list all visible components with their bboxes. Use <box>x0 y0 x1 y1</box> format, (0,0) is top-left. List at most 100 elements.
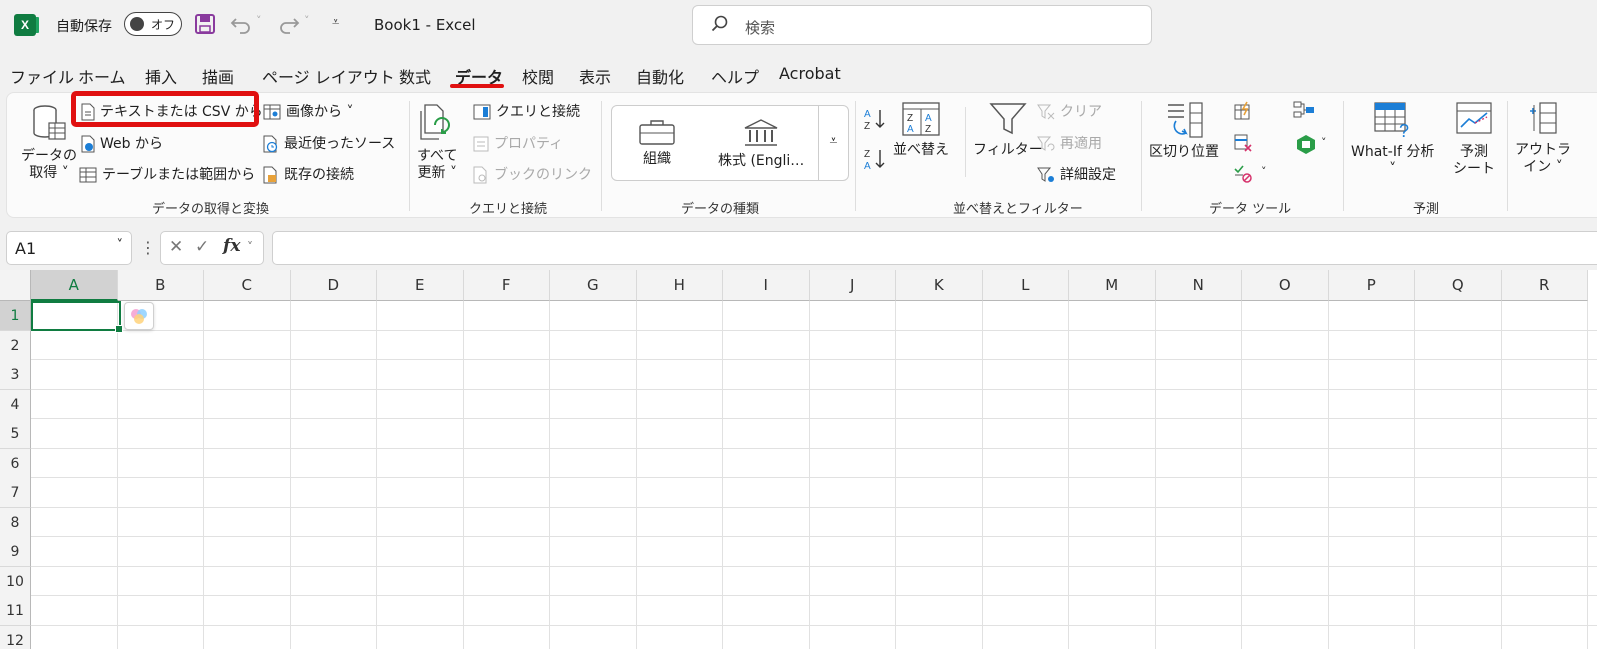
customize-toolbar-icon[interactable]: ⩡ <box>332 15 339 30</box>
column-header-f[interactable]: F <box>463 270 550 301</box>
tab-home[interactable]: ホーム <box>78 64 126 88</box>
from-picture-button[interactable]: 画像から ˅ <box>263 101 353 121</box>
tab-draw[interactable]: 描画 <box>202 64 234 88</box>
grid-column-line <box>549 301 550 649</box>
autosave-toggle[interactable]: オフ <box>124 12 182 36</box>
data-model-dropdown-icon[interactable]: ˅ <box>1321 136 1327 149</box>
refresh-all-button[interactable]: すべて 更新 ˅ <box>417 103 457 182</box>
existing-connections-button[interactable]: 既存の接続 <box>263 164 354 184</box>
advanced-filter-button[interactable]: 詳細設定 <box>1037 164 1116 184</box>
insert-function-icon[interactable]: fx <box>223 236 240 256</box>
tab-formulas[interactable]: 数式 <box>399 64 431 88</box>
sort-button[interactable]: ZAAZ 並べ替え <box>893 101 949 159</box>
reapply-button[interactable]: 再適用 <box>1037 133 1102 153</box>
search-box[interactable]: 検索 <box>692 5 1152 45</box>
spreadsheet-grid[interactable]: A B C D E F G H I J K L M N O P Q R 1 2 3 4 5 6 7 8 9 10 11 12 <box>0 270 1597 649</box>
flash-fill-icon[interactable] <box>1233 101 1253 121</box>
clear-filter-button[interactable]: クリア <box>1037 101 1102 121</box>
column-header-g[interactable]: G <box>550 270 637 301</box>
enter-icon[interactable]: ✓ <box>195 237 209 257</box>
column-header-r[interactable]: R <box>1501 270 1588 301</box>
column-header-o[interactable]: O <box>1242 270 1329 301</box>
tab-help[interactable]: ヘルプ <box>711 64 759 88</box>
column-header-e[interactable]: E <box>377 270 464 301</box>
data-validation-dropdown-icon[interactable]: ˅ <box>1261 165 1267 178</box>
from-table-button[interactable]: テーブルまたは範囲から <box>79 164 255 184</box>
row-header-3[interactable]: 3 <box>0 360 31 390</box>
column-header-i[interactable]: I <box>723 270 810 301</box>
grid-column-line <box>1241 301 1242 649</box>
active-cell-a1[interactable] <box>31 301 123 333</box>
column-header-m[interactable]: M <box>1069 270 1156 301</box>
column-header-p[interactable]: P <box>1328 270 1415 301</box>
tab-page-layout[interactable]: ページ レイアウト <box>262 64 395 88</box>
sort-descending-icon[interactable]: ZA <box>863 147 887 171</box>
row-header-12[interactable]: 12 <box>0 625 31 649</box>
what-if-analysis-button[interactable]: ? What-If 分析 ˅ <box>1351 101 1434 178</box>
column-header-k[interactable]: K <box>896 270 983 301</box>
column-header-q[interactable]: Q <box>1415 270 1502 301</box>
name-box-dropdown-icon[interactable]: ˅ <box>117 238 124 253</box>
column-header-j[interactable]: J <box>809 270 896 301</box>
column-header-c[interactable]: C <box>204 270 291 301</box>
tab-automate[interactable]: 自動化 <box>636 64 684 88</box>
more-options-icon[interactable]: ⋮ <box>140 238 156 257</box>
data-model-icon[interactable] <box>1295 133 1317 155</box>
tab-view[interactable]: 表示 <box>579 64 611 88</box>
row-header-4[interactable]: 4 <box>0 389 31 420</box>
row-header-9[interactable]: 9 <box>0 537 31 567</box>
undo-dropdown-icon[interactable]: ˅ <box>256 14 262 27</box>
select-all-corner[interactable] <box>0 270 31 301</box>
queries-connections-button[interactable]: クエリと接続 <box>473 101 580 121</box>
forecast-sheet-button[interactable]: 予測 シート <box>1453 101 1495 178</box>
what-if-label: What-If 分析 <box>1351 144 1435 160</box>
column-header-h[interactable]: H <box>636 270 723 301</box>
name-box[interactable]: A1 ˅ <box>6 231 132 265</box>
redo-icon[interactable] <box>278 13 300 35</box>
data-validation-icon[interactable] <box>1233 163 1253 183</box>
svg-text:A: A <box>864 109 871 120</box>
tab-file[interactable]: ファイル <box>10 64 74 88</box>
row-header-7[interactable]: 7 <box>0 478 31 508</box>
grid-row-line <box>31 506 1597 508</box>
column-header-b[interactable]: B <box>117 270 204 301</box>
row-header-6[interactable]: 6 <box>0 448 31 479</box>
function-dropdown-icon[interactable]: ˅ <box>247 240 253 254</box>
formula-input[interactable] <box>272 231 1597 265</box>
stocks-data-type[interactable]: 株式 (Engli… <box>718 118 804 170</box>
recent-sources-button[interactable]: 最近使ったソース <box>263 133 395 153</box>
what-if-dropdown: ˅ <box>1389 161 1397 177</box>
tab-insert[interactable]: 挿入 <box>145 64 177 88</box>
consolidate-icon[interactable] <box>1293 101 1315 119</box>
outline-button[interactable]: アウトラ イン ˅ <box>1515 101 1571 176</box>
organization-data-type[interactable]: 組織 <box>638 118 676 168</box>
row-header-5[interactable]: 5 <box>0 419 31 449</box>
gallery-more-button[interactable]: ⩡ <box>818 106 848 180</box>
tab-acrobat[interactable]: Acrobat <box>779 64 841 83</box>
get-data-button[interactable]: データの 取得 ˅ <box>21 103 77 182</box>
row-header-8[interactable]: 8 <box>0 507 31 538</box>
copilot-icon[interactable] <box>124 302 154 330</box>
properties-button[interactable]: プロパティ <box>473 133 563 153</box>
tab-review[interactable]: 校閲 <box>522 64 554 88</box>
row-header-10[interactable]: 10 <box>0 566 31 597</box>
text-to-columns-button[interactable]: 区切り位置 <box>1149 101 1219 161</box>
sort-ascending-icon[interactable]: AZ <box>863 107 887 131</box>
save-icon[interactable] <box>194 13 216 35</box>
cancel-icon[interactable]: ✕ <box>169 237 183 257</box>
undo-icon[interactable] <box>230 13 252 35</box>
grid-column-line <box>808 301 810 649</box>
column-header-d[interactable]: D <box>290 270 377 301</box>
row-header-11[interactable]: 11 <box>0 596 31 626</box>
row-header-2[interactable]: 2 <box>0 330 31 361</box>
edit-links-button[interactable]: ブックのリンク <box>473 164 592 184</box>
filter-button[interactable]: フィルター <box>973 101 1043 159</box>
from-web-button[interactable]: Web から <box>81 133 163 153</box>
redo-dropdown-icon[interactable]: ˅ <box>304 14 310 27</box>
picture-table-icon <box>263 104 281 120</box>
remove-duplicates-icon[interactable] <box>1233 133 1253 153</box>
column-header-l[interactable]: L <box>982 270 1069 301</box>
column-header-a[interactable]: A <box>31 270 118 301</box>
row-header-1[interactable]: 1 <box>0 301 31 331</box>
column-header-n[interactable]: N <box>1155 270 1242 301</box>
